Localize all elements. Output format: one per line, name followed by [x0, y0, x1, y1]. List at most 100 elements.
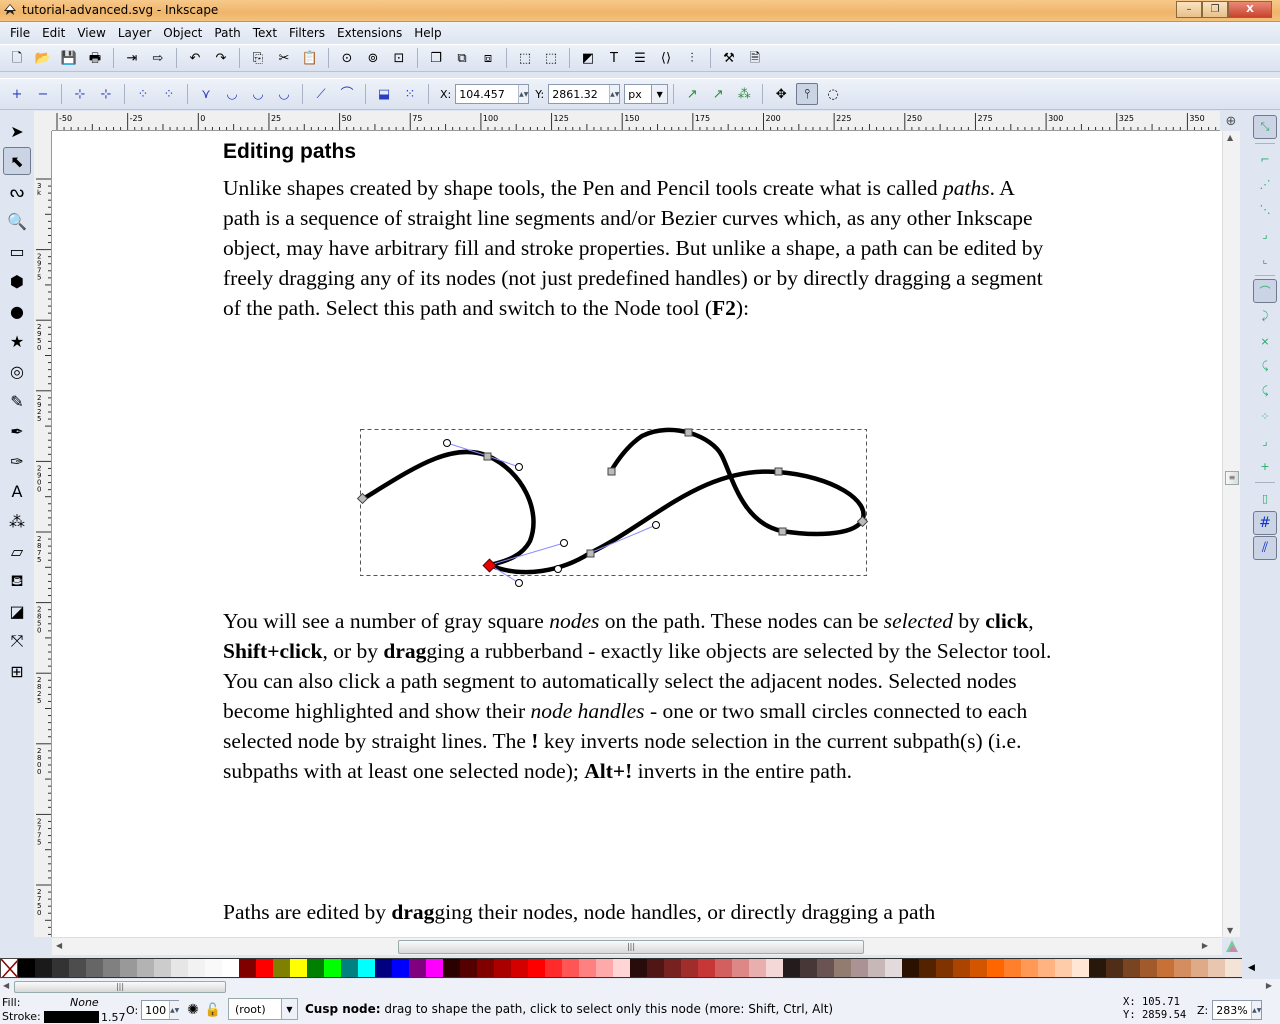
scroll-left-arrow[interactable]: ◀ [3, 981, 9, 990]
color-swatch[interactable] [426, 959, 443, 977]
snap-intersections-button[interactable]: ⨯ [1253, 329, 1277, 353]
zoom-drawing-button[interactable]: ⊚ [362, 47, 384, 69]
node-handle[interactable] [554, 565, 562, 573]
zoom-page-button[interactable]: ⊡ [388, 47, 410, 69]
edit-clip-button[interactable]: ↗ [707, 83, 729, 105]
color-swatch[interactable] [443, 959, 460, 977]
fill-value[interactable]: None [70, 996, 99, 1009]
selector-tool[interactable]: ➤ [3, 117, 31, 145]
snap-line-midpoints-button[interactable]: ⁘ [1253, 404, 1277, 428]
palette-menu-arrow[interactable]: ◀ [1248, 963, 1255, 973]
color-swatch[interactable] [1140, 959, 1157, 977]
duplicate-button[interactable]: ❐ [425, 47, 447, 69]
node-handle[interactable] [515, 463, 523, 471]
menu-help[interactable]: Help [408, 26, 447, 40]
chevron-down-icon[interactable]: ▼ [651, 85, 668, 103]
path-subpath-1[interactable] [361, 449, 536, 568]
star-tool[interactable]: ★ [3, 327, 31, 355]
xml-editor-button[interactable]: ⟨⟩ [655, 47, 677, 69]
color-swatch[interactable] [545, 959, 562, 977]
segment-to-line-button[interactable]: ⟋ [310, 83, 332, 105]
maximize-button[interactable]: ❐ [1202, 1, 1228, 18]
delete-node-button[interactable]: − [32, 83, 54, 105]
color-swatch[interactable] [936, 959, 953, 977]
fill-stroke-button[interactable]: ◩ [577, 47, 599, 69]
make-symmetric-button[interactable]: ◡ [247, 83, 269, 105]
menu-text[interactable]: Text [247, 26, 283, 40]
zoom-selection-button[interactable]: ⊙ [336, 47, 358, 69]
break-path-button[interactable]: ⊹ [95, 83, 117, 105]
scroll-left-arrow[interactable]: ◀ [56, 941, 62, 950]
color-swatch[interactable] [477, 959, 494, 977]
color-swatch[interactable] [324, 959, 341, 977]
eraser-tool[interactable]: ▱ [3, 537, 31, 565]
y-input[interactable]: 2861.32 ▲▼ [548, 84, 621, 104]
stroke-width-value[interactable]: 1.57 [101, 1011, 126, 1024]
color-swatch[interactable] [375, 959, 392, 977]
vertical-scrollbar[interactable]: ▲ ≡ ▼ [1222, 131, 1240, 937]
color-swatch[interactable] [1072, 959, 1089, 977]
path-node[interactable] [607, 467, 616, 476]
preferences-button[interactable]: ⚒ [718, 47, 740, 69]
zoom-input[interactable]: 283% ▲▼ [1212, 1000, 1263, 1020]
color-swatch[interactable] [902, 959, 919, 977]
color-swatch[interactable] [154, 959, 171, 977]
color-swatch[interactable] [919, 959, 936, 977]
ellipse-tool[interactable]: ● [3, 297, 31, 325]
snap-page-border-button[interactable]: ▯ [1253, 486, 1277, 510]
snap-bbox-midpoint-button[interactable]: ⌟ [1253, 222, 1277, 246]
color-swatch[interactable] [1038, 959, 1055, 977]
snap-object-midpoints-button[interactable]: ⌟ [1253, 429, 1277, 453]
snap-smooth-nodes-button[interactable]: ⤹ [1253, 379, 1277, 403]
color-swatch[interactable] [120, 959, 137, 977]
path-node[interactable] [483, 452, 492, 461]
layers-button[interactable]: ☰ [629, 47, 651, 69]
color-swatch[interactable] [494, 959, 511, 977]
object-to-path-button[interactable]: ⬓ [373, 83, 395, 105]
menu-view[interactable]: View [71, 26, 111, 40]
open-button[interactable]: 📂 [32, 47, 54, 69]
pencil-tool[interactable]: ✎ [3, 387, 31, 415]
scroll-right-arrow[interactable]: ▶ [1202, 941, 1208, 950]
current-layer-select[interactable]: (root) ▼ [228, 998, 298, 1020]
color-swatch[interactable] [698, 959, 715, 977]
color-swatch[interactable] [1004, 959, 1021, 977]
horizontal-ruler[interactable]: -50 -25 0 25 50 75 100 125 150 175 200 225 250 275 300… [52, 111, 1220, 131]
x-input[interactable]: 104.457 ▲▼ [455, 84, 530, 104]
palette-scroll-thumb[interactable]: ||| [14, 981, 226, 993]
show-handles-button[interactable]: ⫯ [796, 83, 819, 105]
stroke-to-path-button[interactable]: ⁙ [399, 83, 421, 105]
color-swatch[interactable] [1021, 959, 1038, 977]
menu-file[interactable]: File [4, 26, 36, 40]
snap-bbox-center-button[interactable]: ⌞ [1253, 247, 1277, 271]
group-button[interactable]: ⬚ [514, 47, 536, 69]
menu-object[interactable]: Object [157, 26, 208, 40]
redo-button[interactable]: ↷ [210, 47, 232, 69]
color-swatch[interactable] [392, 959, 409, 977]
node-handle[interactable] [652, 521, 660, 529]
color-swatch[interactable] [103, 959, 120, 977]
color-swatch[interactable] [579, 959, 596, 977]
node-handle[interactable] [560, 539, 568, 547]
color-swatch[interactable] [970, 959, 987, 977]
text-font-button[interactable]: T [603, 47, 625, 69]
menu-extensions[interactable]: Extensions [331, 26, 408, 40]
selected-cusp-node[interactable] [482, 558, 497, 573]
x-spin-arrows[interactable]: ▲▼ [518, 85, 528, 103]
snap-guides-button[interactable]: ⫽ [1253, 536, 1277, 560]
color-swatch[interactable] [613, 959, 630, 977]
path-node[interactable] [586, 549, 595, 558]
color-swatch[interactable] [1089, 959, 1106, 977]
edit-mask-button[interactable]: ⁂ [733, 83, 755, 105]
color-swatch[interactable] [52, 959, 69, 977]
path-node[interactable] [684, 428, 693, 437]
make-smooth-button[interactable]: ◡ [221, 83, 243, 105]
unlink-clone-button[interactable]: ⧈ [477, 47, 499, 69]
save-button[interactable]: 💾 [58, 47, 80, 69]
color-swatch[interactable] [137, 959, 154, 977]
stroke-color-swatch[interactable] [44, 1011, 99, 1023]
calligraphy-tool[interactable]: ✑ [3, 447, 31, 475]
export-button[interactable]: ⇨ [147, 47, 169, 69]
color-swatch[interactable] [851, 959, 868, 977]
spiral-tool[interactable]: ◎ [3, 357, 31, 385]
